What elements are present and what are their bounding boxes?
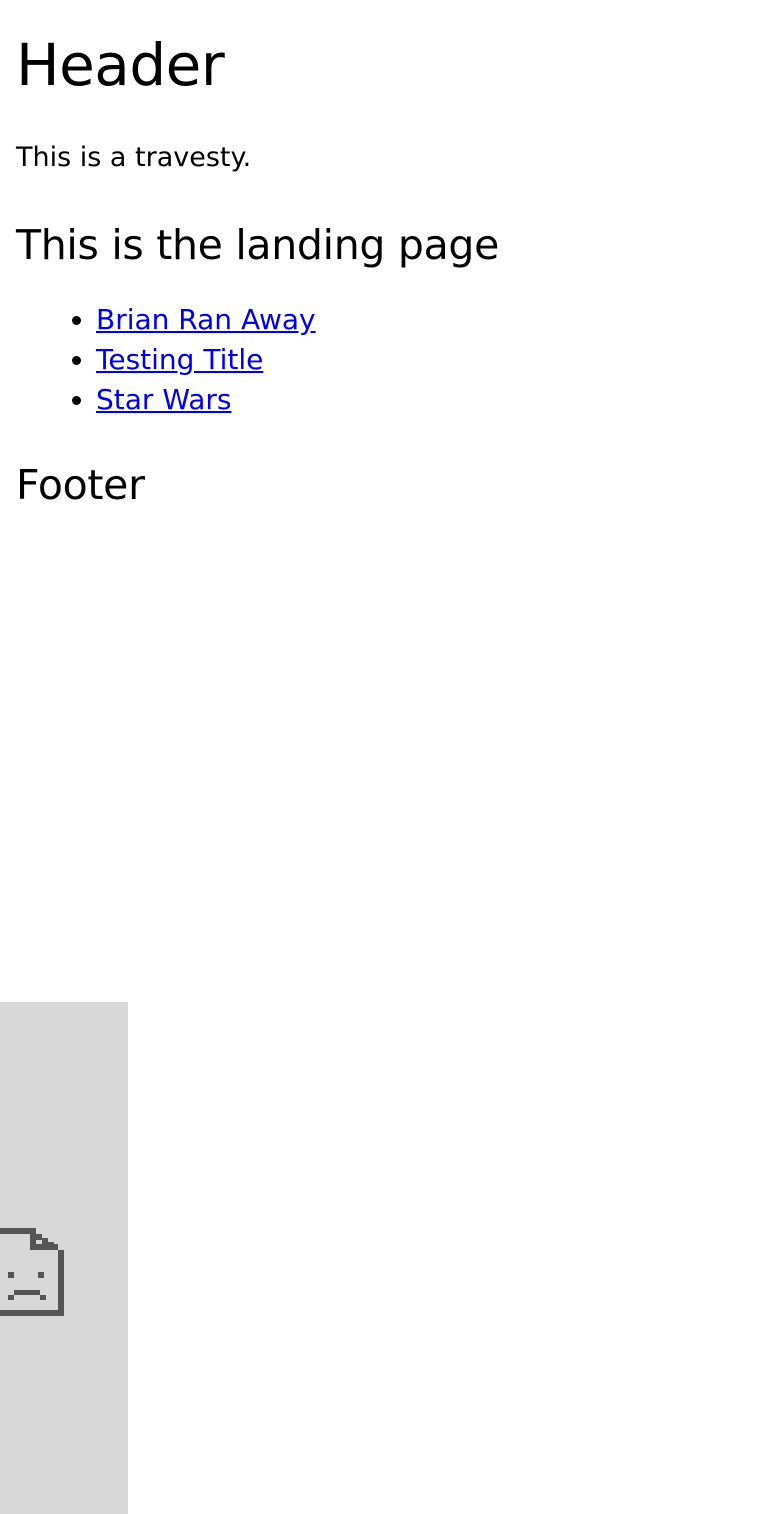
list-item: Star Wars: [96, 380, 754, 420]
page-header: Header: [16, 31, 225, 99]
page-footer: Footer: [16, 461, 145, 509]
broken-image-icon: [0, 1228, 64, 1316]
page-title: This is the landing page: [16, 221, 500, 269]
link-list: Brian Ran Away Testing Title Star Wars: [16, 272, 754, 420]
broken-image-placeholder: [0, 1002, 128, 1514]
list-item: Brian Ran Away: [96, 300, 754, 340]
page-content: Header This is a travesty. This is the l…: [16, 0, 754, 512]
link-brian-ran-away[interactable]: Brian Ran Away: [96, 303, 316, 336]
list-item: Testing Title: [96, 340, 754, 380]
link-star-wars[interactable]: Star Wars: [96, 383, 231, 416]
tagline: This is a travesty.: [16, 142, 252, 173]
link-testing-title[interactable]: Testing Title: [96, 343, 263, 376]
